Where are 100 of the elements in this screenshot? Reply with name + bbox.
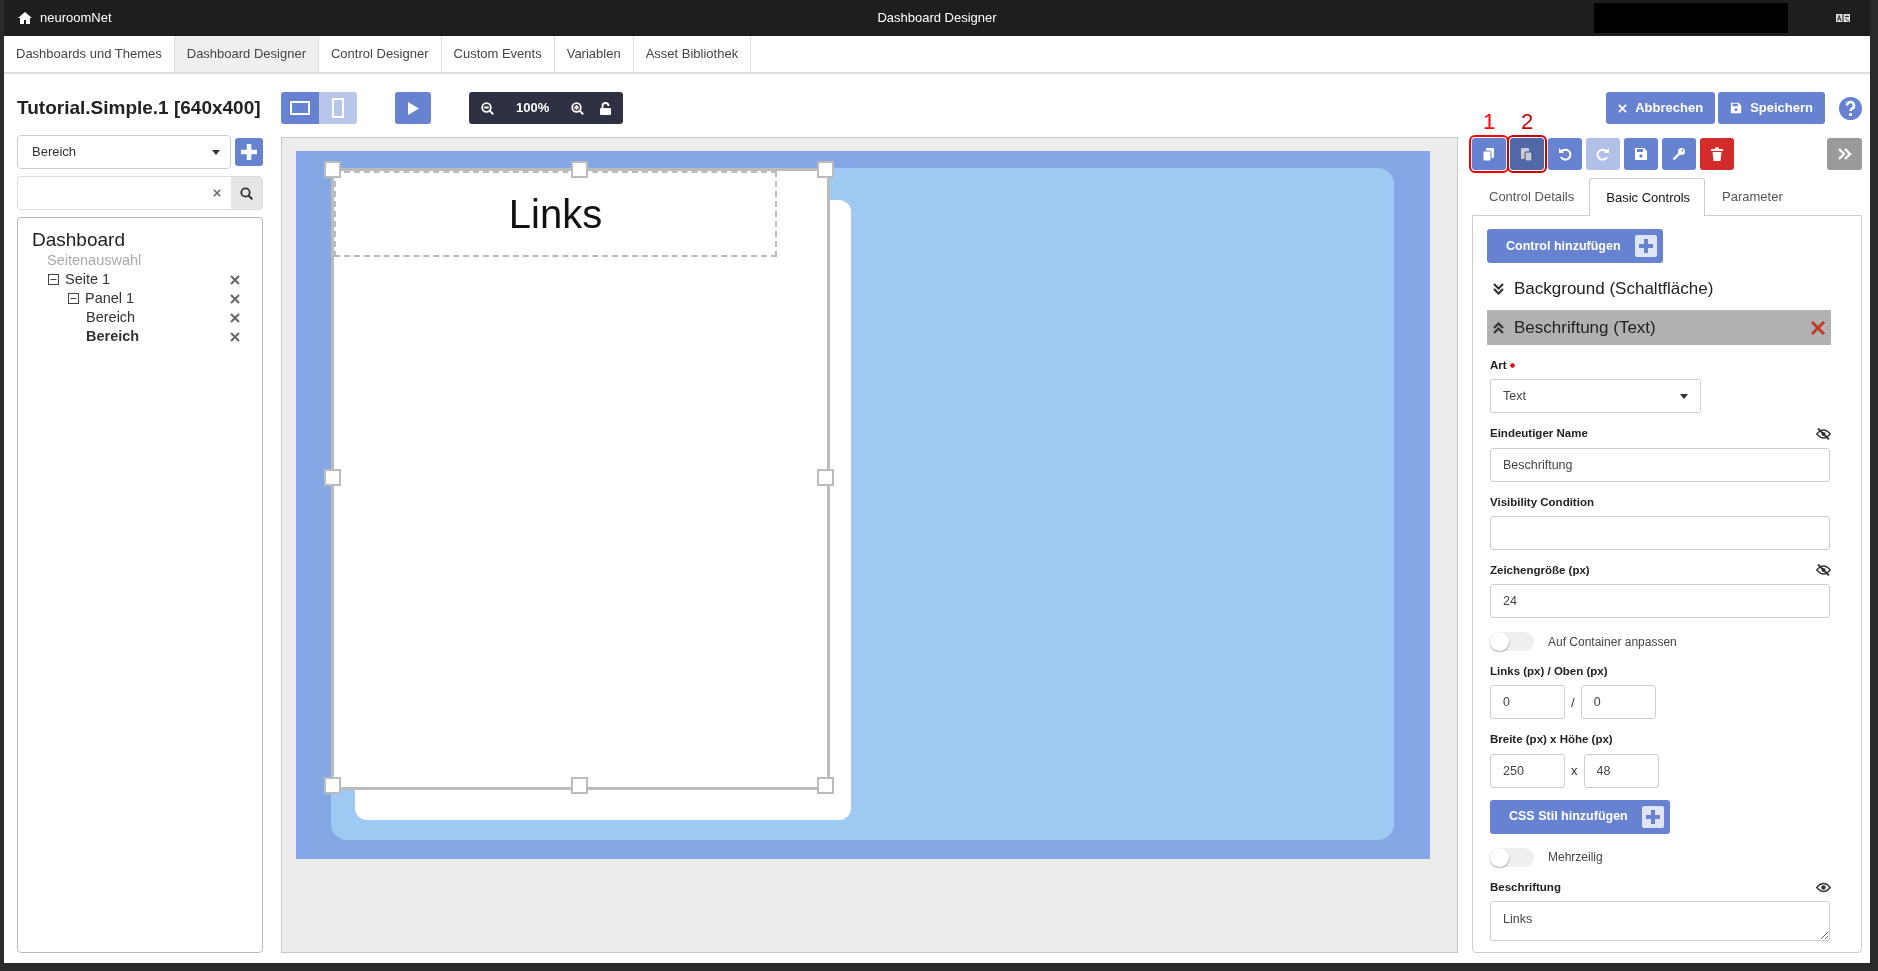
input-field[interactable] xyxy=(1490,515,1830,550)
double-chevron-icon xyxy=(1837,148,1852,160)
field-label: Art xyxy=(1490,358,1507,373)
zoom-in-button[interactable] xyxy=(571,101,585,115)
search-field[interactable] xyxy=(17,176,263,210)
key-icon xyxy=(1672,147,1686,161)
field-label: Visibility Condition xyxy=(1490,494,1594,510)
separator-text: / xyxy=(1571,693,1575,712)
delete-icon[interactable] xyxy=(230,293,240,304)
input-field[interactable]: 48 xyxy=(1583,753,1659,788)
input-field[interactable]: 24 xyxy=(1490,584,1830,618)
resize-handle[interactable] xyxy=(817,161,834,178)
field-label: Eindeutiger Name xyxy=(1490,426,1588,442)
portrait-icon xyxy=(332,98,344,118)
input-field[interactable]: 0 xyxy=(1580,685,1656,720)
nav-tab[interactable]: Dashboard Designer xyxy=(174,36,319,72)
dashboard-title: Tutorial.Simple.1 [640x400] xyxy=(17,96,262,120)
delete-icon[interactable] xyxy=(230,274,240,285)
caret-icon xyxy=(212,149,220,155)
input-field[interactable]: 0 xyxy=(1490,685,1565,720)
cancel-button[interactable]: Abbrechen xyxy=(1606,92,1716,124)
field-label: Breite (px) x Höhe (px) xyxy=(1490,732,1613,748)
trash-icon xyxy=(1710,147,1724,161)
brand-name: neuroomNet xyxy=(40,9,112,28)
undo-button[interactable] xyxy=(1548,138,1582,170)
resize-handle[interactable] xyxy=(324,469,341,486)
help-icon[interactable] xyxy=(1839,96,1862,120)
delete-icon[interactable] xyxy=(230,312,240,323)
clear-icon xyxy=(213,189,221,197)
eye-slash-icon[interactable] xyxy=(1816,427,1831,440)
chevron-down-icon xyxy=(1493,282,1504,295)
caret-icon xyxy=(1680,393,1688,399)
add-control-button[interactable]: Control hinzufügen xyxy=(1487,229,1663,263)
plus-icon xyxy=(1645,809,1660,824)
floppy-icon xyxy=(1730,102,1743,114)
chevron-up-icon xyxy=(1493,321,1504,334)
minus-square-icon[interactable] xyxy=(48,274,59,285)
house-icon xyxy=(18,12,32,24)
zoom-out-button[interactable] xyxy=(481,101,494,115)
section-header[interactable]: Beschriftung (Text) xyxy=(1487,310,1831,345)
play-button[interactable] xyxy=(395,92,431,124)
lock-button[interactable] xyxy=(600,101,612,115)
resize-handle[interactable] xyxy=(324,161,341,178)
add-style-button[interactable]: CSS Stil hinzufügen xyxy=(1490,799,1670,834)
delete-icon[interactable] xyxy=(230,331,240,342)
search-icon xyxy=(240,186,253,200)
annotation-number: 2 xyxy=(1519,111,1535,133)
input-field[interactable]: Beschriftung xyxy=(1490,447,1830,482)
plus-icon xyxy=(1638,239,1653,253)
resize-handle[interactable] xyxy=(817,777,834,794)
select-field[interactable]: Text xyxy=(1490,379,1701,414)
separator-text: x xyxy=(1571,761,1578,780)
view-mode-button[interactable] xyxy=(281,92,319,124)
annotation-number: 1 xyxy=(1481,111,1497,133)
section-header[interactable]: Background (Schaltfläche) xyxy=(1487,271,1831,306)
resize-handle[interactable] xyxy=(570,777,588,794)
text-area[interactable]: Links xyxy=(1490,900,1830,941)
undo-icon xyxy=(1558,147,1572,161)
delete-button[interactable] xyxy=(1700,138,1734,170)
resize-handle[interactable] xyxy=(817,469,834,486)
toggle-switch[interactable] xyxy=(1490,632,1534,651)
panel-tab[interactable]: Control Details xyxy=(1472,178,1590,215)
panel-tab[interactable]: Basic Controls xyxy=(1589,178,1706,216)
landscape-icon xyxy=(290,101,310,115)
zoom-in-icon xyxy=(571,101,585,115)
eye-slash-icon[interactable] xyxy=(1816,564,1831,577)
tree-root: Dashboard xyxy=(32,229,126,251)
zoom-level: 100% xyxy=(515,99,551,118)
resize-handle[interactable] xyxy=(570,161,588,178)
close-icon xyxy=(1618,103,1628,113)
eye-icon[interactable] xyxy=(1816,881,1831,893)
play-icon xyxy=(407,101,419,115)
toggle-label: Mehrzeilig xyxy=(1548,849,1603,866)
search-button[interactable] xyxy=(231,177,262,209)
field-label: Zeichengröße (px) xyxy=(1490,562,1590,578)
tree-section-label: Seitenauswahl xyxy=(47,250,142,270)
plus-icon xyxy=(241,144,257,160)
toggle-switch[interactable] xyxy=(1490,847,1534,867)
panel-tab[interactable]: Parameter xyxy=(1705,178,1798,215)
zoom-out-icon xyxy=(481,101,494,115)
type-select[interactable]: Bereich xyxy=(17,135,231,169)
field-label: Beschriftung xyxy=(1490,879,1561,895)
save-button[interactable]: Speichern xyxy=(1718,92,1825,124)
copy-icon xyxy=(1482,147,1496,161)
unlock-icon xyxy=(600,101,612,115)
paste-icon xyxy=(1520,147,1534,161)
toggle-label: Auf Container anpassen xyxy=(1548,633,1677,651)
key-button[interactable] xyxy=(1662,138,1696,170)
window-title: Dashboard Designer xyxy=(877,9,997,28)
collapse-button[interactable] xyxy=(1827,138,1862,170)
translate-icon xyxy=(1836,14,1850,22)
floppy-icon xyxy=(1634,147,1648,161)
add-button[interactable] xyxy=(235,138,263,166)
resize-handle[interactable] xyxy=(324,777,341,794)
remove-icon[interactable] xyxy=(1811,320,1825,335)
redo-icon xyxy=(1596,147,1610,161)
save-button[interactable] xyxy=(1624,138,1658,170)
minus-square-icon[interactable] xyxy=(68,293,79,304)
field-label: Links (px) / Oben (px) xyxy=(1490,664,1608,679)
input-field[interactable]: 250 xyxy=(1490,753,1565,788)
